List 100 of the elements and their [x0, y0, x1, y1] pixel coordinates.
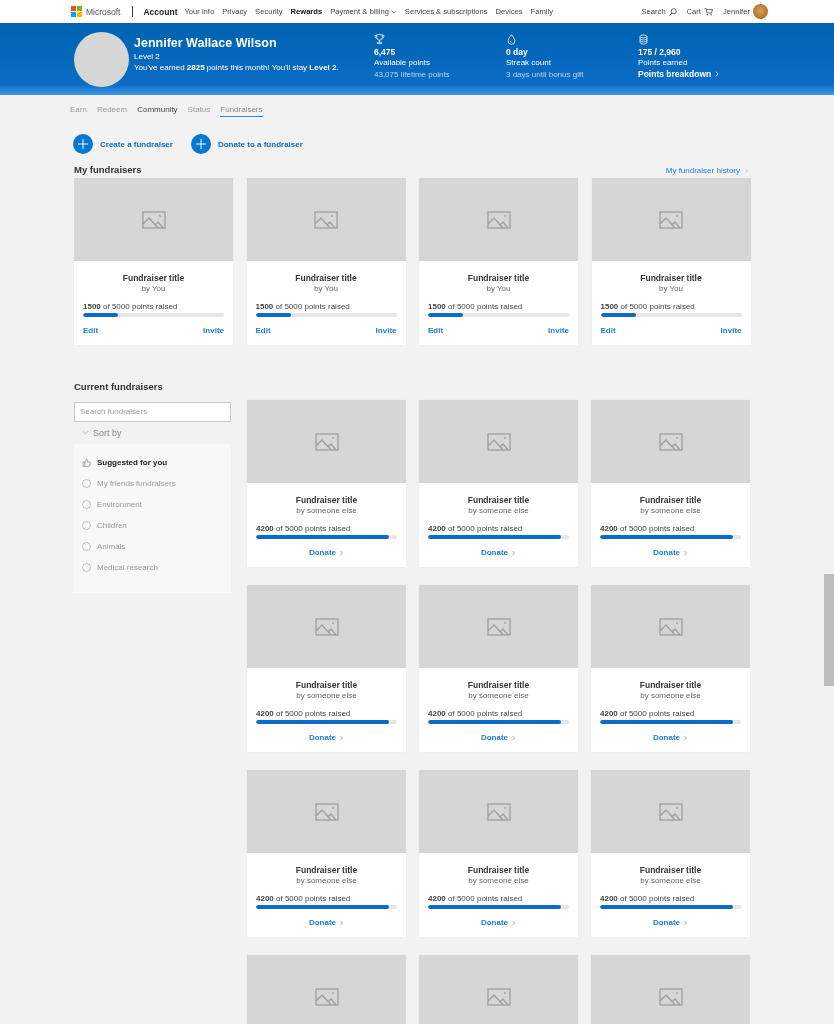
image-icon — [314, 432, 339, 451]
action-link[interactable]: Create a fundraiser — [100, 139, 173, 149]
chevron-right-icon — [339, 549, 345, 556]
donate-link[interactable]: Donate — [652, 918, 689, 927]
image-icon — [486, 617, 511, 636]
donate-link[interactable]: Donate — [652, 548, 689, 557]
action-link[interactable]: Donate to a fundraiser — [217, 139, 303, 149]
fundraiser-author: by You — [313, 284, 339, 293]
image-icon — [314, 802, 339, 821]
tab[interactable]: Fundraisers — [220, 103, 263, 117]
radio-button-icon — [82, 478, 91, 488]
edit-link[interactable]: Edit — [83, 326, 99, 335]
chevron-right-icon — [683, 919, 689, 926]
stat-value: 6,475 — [374, 46, 397, 57]
chevron-down-icon — [390, 8, 397, 15]
stat-label: Available points — [374, 57, 431, 67]
search-field[interactable]: Search fundraisers — [74, 401, 231, 422]
level-label: Level 2 — [134, 52, 161, 61]
progress-text: 4200 of 5000 points raised — [600, 524, 696, 533]
chevron-right-icon — [339, 919, 345, 926]
history-link[interactable]: My fundraiser history — [665, 166, 749, 175]
tab[interactable]: Redeem — [96, 103, 128, 117]
fundraiser-title: Fundraiser title — [638, 680, 703, 690]
image-icon — [314, 210, 338, 229]
search-icon — [668, 7, 677, 16]
chevron-right-icon — [683, 734, 689, 741]
progress-text: 1500 of 5000 points raised — [428, 302, 524, 311]
image-icon — [486, 802, 511, 821]
trophy-icon — [374, 33, 385, 45]
fundraiser-title: Fundraiser title — [639, 273, 703, 283]
coin-stack-icon — [638, 33, 649, 45]
edit-link[interactable]: Edit — [255, 326, 271, 335]
donate-link[interactable]: Donate — [652, 733, 689, 742]
radio-button-icon — [82, 520, 91, 530]
tab[interactable]: Earn — [70, 103, 87, 117]
points-breakdown-link[interactable]: Points breakdown — [638, 68, 721, 79]
stat-note: 3 days until bonus gift — [506, 69, 585, 79]
avatar — [74, 31, 129, 87]
plus-icon[interactable] — [190, 134, 211, 154]
sort-toggle[interactable]: Sort by — [82, 427, 231, 438]
section-title[interactable]: Account — [143, 6, 178, 17]
edit-link[interactable]: Edit — [428, 326, 444, 335]
tab[interactable]: Community — [137, 103, 178, 117]
edit-link[interactable]: Edit — [600, 326, 616, 335]
drop-icon — [506, 33, 517, 45]
donate-link[interactable]: Donate — [308, 918, 345, 927]
fundraiser-author: by You — [485, 284, 512, 293]
filter-option[interactable]: Children — [82, 519, 223, 531]
avatar[interactable] — [753, 4, 768, 19]
radio-button-icon — [82, 562, 91, 572]
image-icon — [658, 617, 683, 636]
invite-link[interactable]: Invite — [203, 326, 224, 335]
chevron-right-icon — [683, 549, 689, 556]
fundraiser-title: Fundraiser title — [294, 273, 358, 283]
radio-button-icon — [82, 541, 91, 551]
tab[interactable]: Status — [187, 103, 211, 117]
fundraiser-title: Fundraiser title — [294, 865, 359, 875]
fundraiser-author: by someone else — [467, 691, 530, 700]
invite-link[interactable]: Invite — [375, 326, 397, 335]
donate-link[interactable]: Donate — [480, 733, 517, 742]
progress-text: 4200 of 5000 points raised — [428, 524, 524, 533]
donate-link[interactable]: Donate — [480, 918, 517, 927]
microsoft-logo-icon — [71, 6, 82, 17]
donate-link[interactable]: Donate — [308, 733, 345, 742]
chevron-right-icon — [511, 734, 517, 741]
invite-link[interactable]: Invite — [548, 326, 569, 335]
image-icon — [659, 210, 683, 229]
profile-name: Jennifer Wallace Wilson — [134, 36, 278, 50]
donate-link[interactable]: Donate — [480, 548, 517, 557]
progress-text: 4200 of 5000 points raised — [600, 709, 696, 718]
fundraiser-author: by someone else — [295, 691, 358, 700]
donate-link[interactable]: Donate — [308, 548, 345, 557]
plus-icon[interactable] — [73, 134, 93, 154]
section-heading: Current fundraisers — [74, 381, 164, 392]
brand-name[interactable]: Microsoft — [86, 6, 121, 17]
fundraiser-author: by someone else — [639, 691, 702, 700]
stat-note: 43,075 lifetime points — [374, 69, 451, 79]
image-icon — [314, 987, 339, 1006]
filter-option[interactable]: Animals — [82, 540, 223, 552]
progress-text: 4200 of 5000 points raised — [256, 894, 352, 903]
filter-option[interactable]: My friends fundraisers — [82, 477, 223, 489]
chevron-down-icon — [82, 429, 89, 436]
fundraiser-author: by You — [658, 284, 684, 293]
progress-text: 4200 of 5000 points raised — [428, 894, 524, 903]
chevron-right-icon — [511, 919, 517, 926]
fundraiser-title: Fundraiser title — [466, 680, 531, 690]
filter-option[interactable]: Suggested for you — [82, 456, 223, 468]
fundraiser-author: by someone else — [467, 506, 530, 515]
filter-option[interactable]: Medical research — [82, 561, 223, 573]
fundraiser-author: by You — [140, 284, 167, 293]
filter-option[interactable]: Environment — [82, 498, 223, 510]
fundraiser-title: Fundraiser title — [121, 273, 186, 283]
image-icon — [658, 802, 683, 821]
points-message: You've earned 2825 points this month! You'll stay Level 2. — [134, 63, 340, 72]
fundraiser-author: by someone else — [467, 876, 530, 885]
fundraiser-title: Fundraiser title — [294, 495, 359, 505]
invite-link[interactable]: Invite — [720, 326, 742, 335]
image-icon — [141, 210, 166, 229]
scrollbar-thumb[interactable] — [824, 574, 834, 686]
chevron-right-icon — [511, 549, 517, 556]
